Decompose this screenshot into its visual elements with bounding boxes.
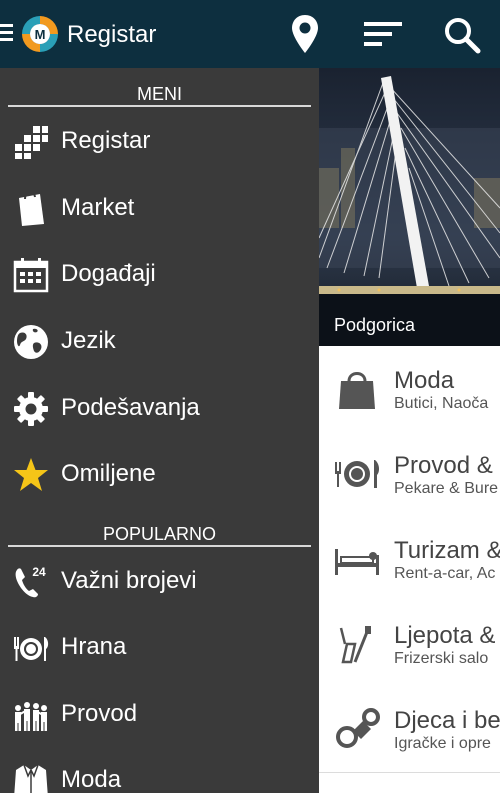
star-icon bbox=[14, 458, 48, 491]
jacket-icon bbox=[14, 764, 48, 793]
sort-icon[interactable] bbox=[364, 22, 402, 48]
category-title: Djeca i be bbox=[394, 707, 500, 734]
category-djeca[interactable]: Djeca i be Igračke i opre bbox=[319, 687, 500, 773]
drawer-item-label: Podešavanja bbox=[61, 394, 200, 421]
navigation-drawer: MENI Registar Market Događaji Jezik Pode… bbox=[0, 68, 319, 793]
drawer-item-label: Provod bbox=[61, 700, 138, 727]
drawer-item-label: Omiljene bbox=[61, 460, 156, 487]
calendar-icon bbox=[13, 258, 49, 293]
drawer-item-moda[interactable]: Moda bbox=[0, 752, 319, 793]
drawer-item-jezik[interactable]: Jezik bbox=[0, 313, 319, 373]
divider bbox=[8, 105, 311, 107]
category-title: Turizam & bbox=[394, 537, 500, 564]
drawer-item-dogadaji[interactable]: Događaji bbox=[0, 246, 319, 306]
hero-banner[interactable]: Podgorica bbox=[319, 68, 500, 346]
shopping-bag-icon bbox=[19, 191, 44, 226]
drawer-item-vazni-brojevi[interactable]: 24 Važni brojevi bbox=[0, 553, 319, 613]
plate-cutlery-icon bbox=[14, 637, 49, 661]
drawer-item-market[interactable]: Market bbox=[0, 180, 319, 240]
category-subtitle: Frizerski salo bbox=[394, 650, 489, 667]
category-subtitle: Rent-a-car, Ac bbox=[394, 565, 496, 582]
search-icon[interactable] bbox=[443, 16, 481, 54]
people-icon bbox=[15, 702, 47, 731]
drawer-item-label: Događaji bbox=[61, 260, 156, 287]
drawer-item-provod[interactable]: Provod bbox=[0, 686, 319, 746]
action-bar: M Registar bbox=[0, 0, 500, 68]
grid-icon bbox=[15, 126, 48, 159]
category-turizam[interactable]: Turizam & Rent-a-car, Ac bbox=[319, 517, 500, 603]
drawer-item-omiljene[interactable]: Omiljene bbox=[0, 446, 319, 506]
category-subtitle: Igračke i opre bbox=[394, 735, 491, 752]
svg-text:24: 24 bbox=[32, 565, 46, 579]
svg-text:M: M bbox=[35, 27, 46, 42]
hero-caption: Podgorica bbox=[334, 315, 416, 335]
category-title: Provod & I bbox=[394, 452, 500, 479]
divider bbox=[8, 545, 311, 547]
drawer-toggle-icon[interactable] bbox=[0, 24, 13, 45]
plate-cutlery-icon bbox=[335, 460, 380, 488]
category-ljepota[interactable]: Ljepota & Frizerski salo bbox=[319, 602, 500, 688]
app-logo[interactable]: M bbox=[20, 14, 60, 54]
category-title: Moda bbox=[394, 367, 455, 394]
drawer-item-label: Market bbox=[61, 194, 135, 221]
shopping-bag-icon bbox=[339, 372, 375, 409]
category-subtitle: Butici, Naoča bbox=[394, 395, 489, 412]
category-moda[interactable]: Moda Butici, Naoča bbox=[319, 347, 500, 433]
drawer-item-registar[interactable]: Registar bbox=[0, 113, 319, 173]
app-title: Registar bbox=[67, 21, 157, 48]
drawer-item-podesavanja[interactable]: Podešavanja bbox=[0, 380, 319, 440]
beauty-icon bbox=[339, 626, 371, 664]
drawer-item-label: Moda bbox=[61, 766, 122, 793]
pacifier-icon bbox=[336, 708, 380, 748]
drawer-item-label: Hrana bbox=[61, 633, 127, 660]
location-pin-icon[interactable] bbox=[291, 14, 319, 54]
main-content: Podgorica Moda Butici, Naoča Provod & I … bbox=[319, 68, 500, 793]
category-subtitle: Pekare & Bure bbox=[394, 480, 499, 497]
category-provod[interactable]: Provod & I Pekare & Bure bbox=[319, 432, 500, 518]
section-header-menu: MENI bbox=[137, 84, 182, 104]
drawer-item-label: Jezik bbox=[61, 327, 116, 354]
bed-icon bbox=[335, 549, 379, 575]
gear-icon bbox=[14, 392, 48, 426]
drawer-item-label: Važni brojevi bbox=[61, 567, 197, 594]
drawer-item-label: Registar bbox=[61, 127, 151, 154]
phone-24-icon: 24 bbox=[15, 565, 46, 598]
bridge-photo bbox=[319, 68, 500, 346]
drawer-item-hrana[interactable]: Hrana bbox=[0, 619, 319, 679]
category-title: Ljepota & bbox=[394, 622, 496, 649]
section-header-popular: POPULARNO bbox=[102, 524, 217, 544]
globe-icon bbox=[14, 325, 48, 359]
